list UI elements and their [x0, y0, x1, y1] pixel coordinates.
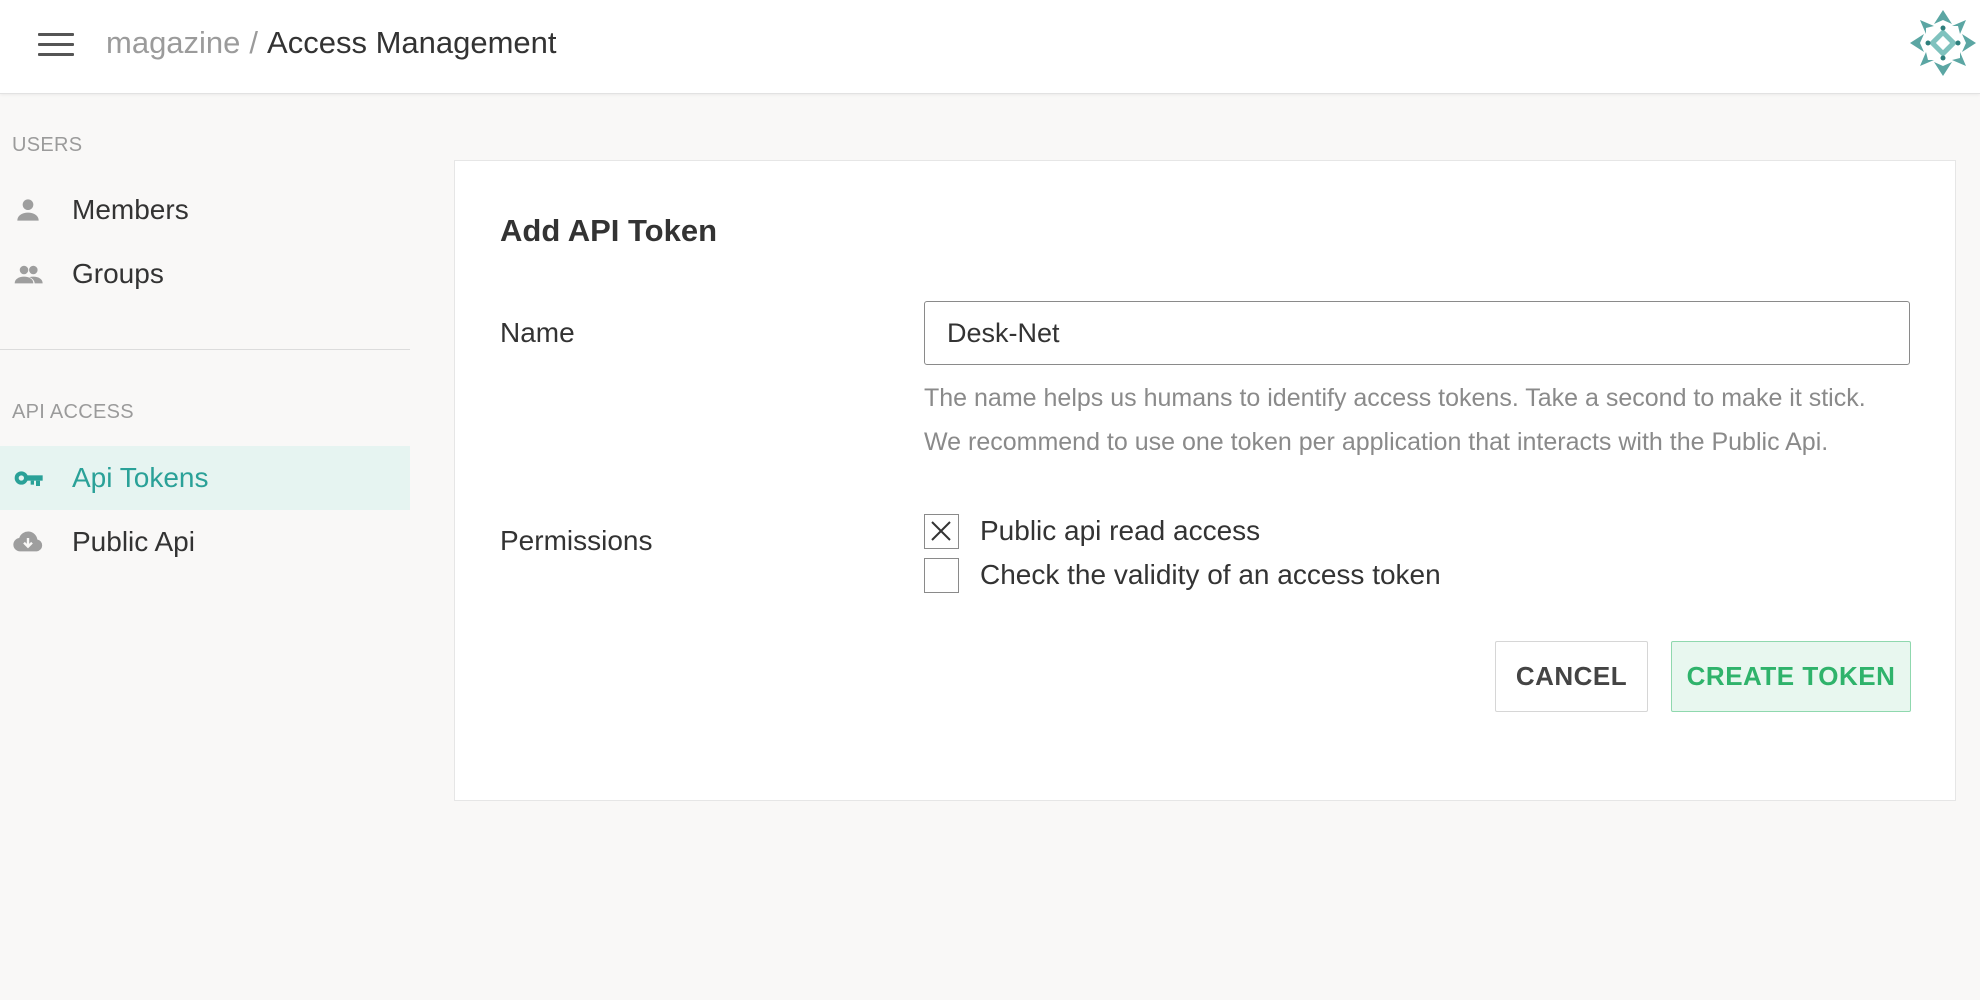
name-help-text: The name helps us humans to identify acc…: [924, 376, 1934, 464]
avatar[interactable]: [1906, 6, 1980, 80]
name-label: Name: [500, 317, 575, 348]
sidebar-item-label: Members: [72, 194, 189, 225]
sidebar-item-label: Public Api: [72, 526, 195, 557]
page-title: Access Management: [267, 25, 557, 60]
help-line: We recommend to use one token per applic…: [924, 428, 1829, 456]
group-icon: [14, 265, 43, 284]
breadcrumb-separator: /: [249, 25, 259, 60]
hamburger-menu-icon[interactable]: [36, 30, 76, 62]
create-token-button[interactable]: CREATE TOKEN: [1671, 641, 1911, 712]
sidebar-item-members[interactable]: Members: [0, 178, 410, 242]
cloud-icon: [13, 531, 43, 552]
permission-checkbox-checked[interactable]: [924, 514, 959, 549]
add-api-token-card: Add API Token Name The name helps us hum…: [454, 160, 1956, 801]
sidebar-divider: [0, 349, 410, 350]
permissions-label: Permissions: [500, 525, 653, 556]
key-icon: [14, 471, 43, 486]
permission-label: Check the validity of an access token: [980, 559, 1441, 590]
sidebar-item-public-api[interactable]: Public Api: [0, 510, 410, 574]
name-input[interactable]: [924, 301, 1910, 365]
person-icon: [17, 199, 39, 221]
permission-label: Public api read access: [980, 515, 1261, 546]
sidebar-item-label: Api Tokens: [72, 462, 209, 493]
form-title: Add API Token: [500, 213, 717, 248]
breadcrumb-parent-link[interactable]: magazine: [106, 25, 240, 60]
top-bar: magazine / Access Management: [0, 0, 1980, 94]
cancel-button[interactable]: CANCEL: [1495, 641, 1648, 712]
sidebar-item-groups[interactable]: Groups: [0, 242, 410, 306]
help-line: The name helps us humans to identify acc…: [924, 384, 1866, 412]
sidebar-item-label: Groups: [72, 258, 164, 289]
breadcrumb: magazine / Access Management: [106, 24, 557, 62]
x-mark-icon: [931, 521, 951, 541]
sidebar: USERS Members Groups API ACCESS Api Toke…: [0, 94, 410, 1000]
sidebar-section-users: USERS: [12, 134, 83, 156]
sidebar-section-api-access: API ACCESS: [12, 401, 134, 423]
permission-checkbox-unchecked[interactable]: [924, 558, 959, 593]
sidebar-item-api-tokens[interactable]: Api Tokens: [0, 446, 410, 510]
